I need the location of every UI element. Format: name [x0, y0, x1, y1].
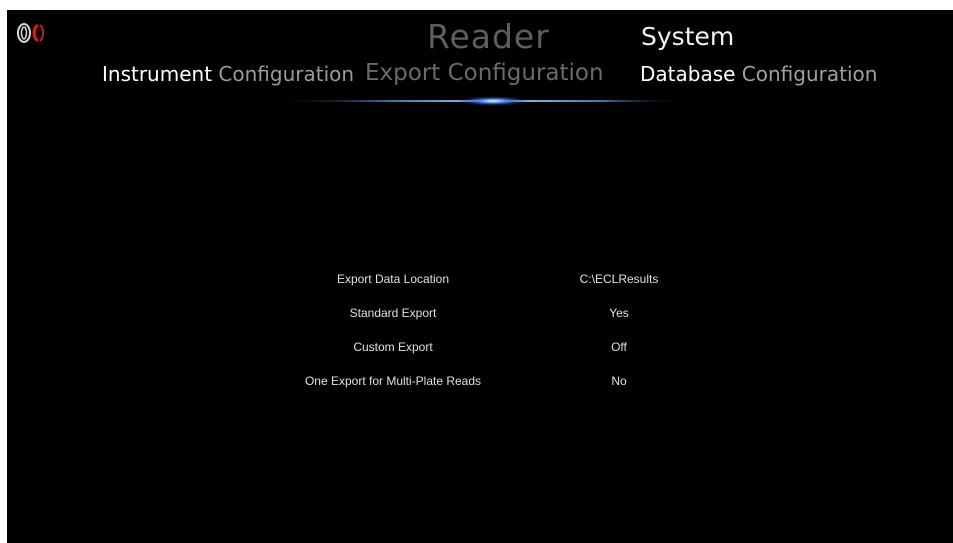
active-tab-indicator — [267, 96, 687, 106]
setting-value[interactable]: No — [539, 374, 699, 388]
setting-value[interactable]: Off — [539, 340, 699, 354]
tab-database-rest: Configuration — [735, 62, 878, 86]
app-screen: Reader System Instrument Configuration E… — [7, 10, 953, 543]
header-system[interactable]: System — [641, 24, 734, 49]
setting-row-standard-export: Standard Export Yes — [7, 306, 953, 326]
setting-row-one-export-multi-plate: One Export for Multi-Plate Reads No — [7, 374, 953, 394]
setting-label: Export Data Location — [336, 272, 450, 286]
setting-row-export-data-location: Export Data Location C:\ECLResults — [7, 272, 953, 292]
tab-export-configuration[interactable]: Export Configuration — [365, 62, 604, 85]
setting-label: Custom Export — [353, 340, 433, 354]
header-reader[interactable]: Reader — [427, 20, 550, 53]
setting-label: Standard Export — [349, 306, 437, 320]
tab-database-configuration[interactable]: Database Configuration — [640, 64, 877, 84]
tab-instrument-configuration[interactable]: Instrument Configuration — [102, 64, 354, 84]
setting-value[interactable]: C:\ECLResults — [539, 272, 699, 286]
tab-instrument-rest: Configuration — [212, 62, 355, 86]
setting-value[interactable]: Yes — [539, 306, 699, 320]
tab-instrument-strong: Instrument — [102, 62, 213, 86]
setting-label: One Export for Multi-Plate Reads — [304, 374, 482, 388]
brand-logo-icon[interactable] — [15, 22, 47, 44]
setting-row-custom-export: Custom Export Off — [7, 340, 953, 360]
tab-database-strong: Database — [640, 62, 736, 86]
